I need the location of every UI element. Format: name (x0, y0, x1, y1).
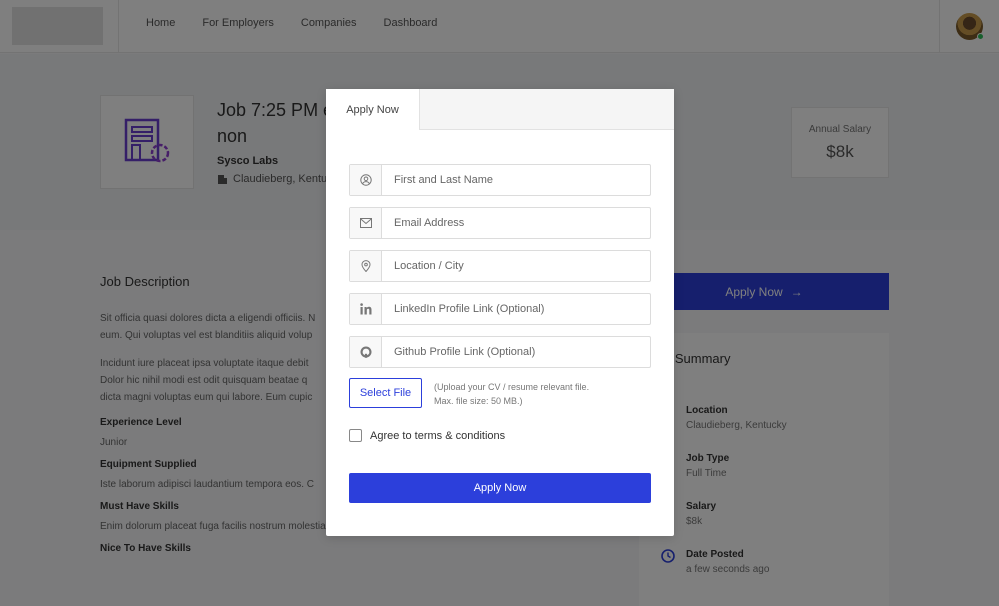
name-field (349, 164, 651, 196)
email-field (349, 207, 651, 239)
location-field (349, 250, 651, 282)
location-input[interactable] (382, 251, 650, 281)
linkedin-input[interactable] (382, 294, 650, 324)
user-icon (350, 165, 382, 195)
tab-apply-now[interactable]: Apply Now (326, 89, 420, 130)
github-field (349, 336, 651, 368)
name-input[interactable] (382, 165, 650, 195)
apply-now-submit-button[interactable]: Apply Now (349, 473, 651, 503)
modal-header: Apply Now (326, 89, 674, 130)
upload-note-line: (Upload your CV / resume relevant file. (434, 382, 590, 392)
terms-row: Agree to terms & conditions (349, 429, 505, 442)
linkedin-field (349, 293, 651, 325)
apply-modal: Apply Now Select File (Upload your CV / … (326, 89, 674, 536)
linkedin-icon (350, 294, 382, 324)
location-pin-icon (350, 251, 382, 281)
terms-checkbox[interactable] (349, 429, 362, 442)
terms-label[interactable]: Agree to terms & conditions (370, 430, 505, 442)
upload-note-line: Max. file size: 50 MB.) (434, 396, 523, 406)
github-input[interactable] (382, 337, 650, 367)
mail-icon (350, 208, 382, 238)
email-input[interactable] (382, 208, 650, 238)
select-file-button[interactable]: Select File (349, 378, 422, 408)
upload-note: (Upload your CV / resume relevant file. … (434, 380, 589, 408)
github-icon (350, 337, 382, 367)
